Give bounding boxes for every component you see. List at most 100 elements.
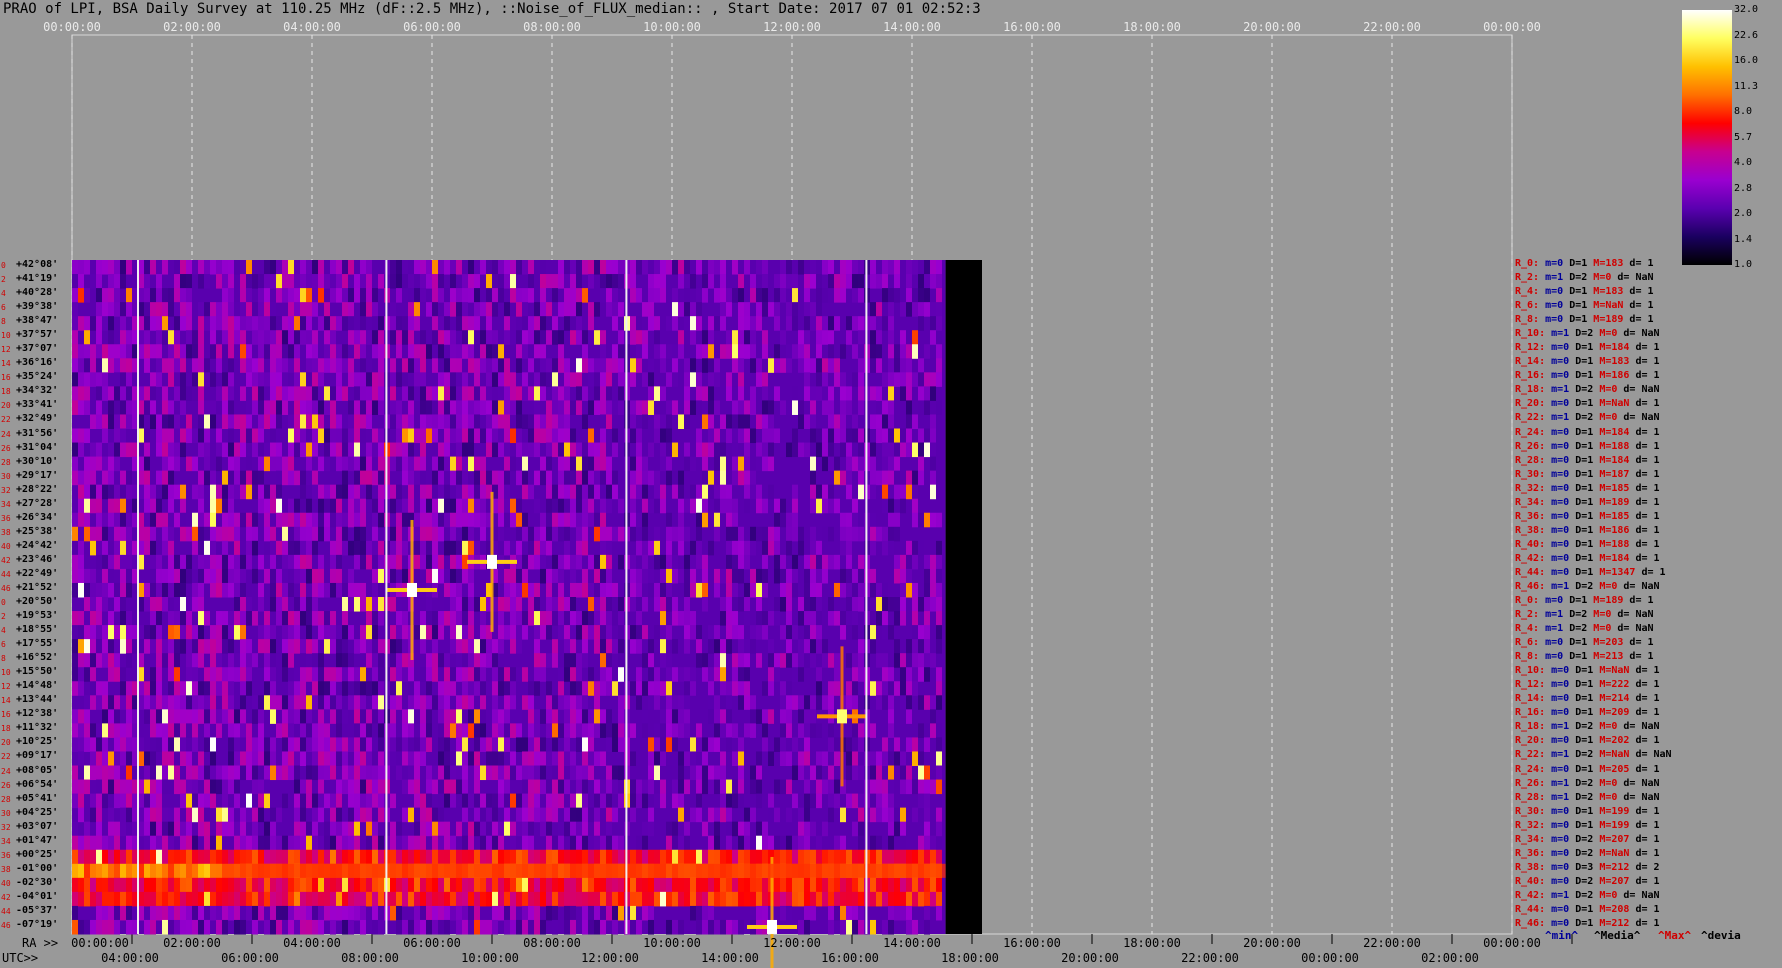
heat-cell (144, 316, 150, 331)
heat-cell (282, 288, 288, 303)
heat-cell (816, 442, 822, 458)
heat-cell (810, 695, 816, 710)
heat-cell (870, 793, 876, 809)
heat-cell (468, 512, 474, 528)
heat-cell (168, 484, 174, 500)
heat-cell (336, 274, 342, 289)
heat-cell (858, 386, 864, 401)
heat-cell (174, 330, 180, 345)
heat-cell (366, 260, 372, 275)
heat-cell (120, 428, 126, 444)
heat-cell (528, 681, 534, 696)
heat-cell (108, 512, 114, 528)
heat-cell (324, 498, 330, 514)
heat-cell (756, 498, 762, 514)
heat-cell (546, 597, 552, 612)
heat-cell (336, 751, 342, 766)
heat-cell (354, 807, 360, 823)
heat-cell (918, 428, 924, 444)
heat-cell (720, 779, 726, 795)
heat-cell (468, 793, 474, 809)
heat-cell (852, 793, 858, 809)
heat-cell (804, 807, 810, 823)
heat-cell (492, 274, 498, 289)
heat-cell (432, 484, 438, 500)
heat-cell (234, 442, 240, 458)
heat-cell (342, 849, 348, 865)
heat-cell (564, 456, 570, 472)
heat-cell (594, 484, 600, 500)
heat-cell (288, 288, 294, 303)
heat-cell (858, 260, 864, 275)
heat-cell (102, 737, 108, 752)
heat-cell (936, 625, 942, 640)
heat-cell (882, 274, 888, 289)
heat-cell (594, 597, 600, 612)
heat-cell (936, 554, 942, 570)
heat-cell (678, 793, 684, 809)
heat-cell (348, 358, 354, 373)
heat-cell (444, 316, 450, 331)
heat-cell (870, 484, 876, 500)
heat-cell (90, 582, 96, 598)
heat-cell (90, 639, 96, 654)
heat-cell (444, 330, 450, 345)
heat-cell (768, 807, 774, 823)
heat-cell (288, 456, 294, 472)
heat-cell (234, 302, 240, 317)
heat-cell (750, 274, 756, 289)
heat-cell (582, 330, 588, 345)
heat-cell (210, 625, 216, 640)
heat-cell (558, 484, 564, 500)
heat-cell (558, 597, 564, 612)
heat-cell (210, 512, 216, 528)
heat-cell (570, 695, 576, 710)
heat-cell (630, 400, 636, 415)
heat-cell (612, 288, 618, 303)
heat-cell (414, 751, 420, 766)
heat-cell (360, 554, 366, 570)
heat-cell (252, 274, 258, 289)
heat-cell (564, 358, 570, 373)
heat-cell (354, 386, 360, 401)
heat-cell (324, 625, 330, 640)
heat-cell (252, 428, 258, 444)
heat-cell (534, 554, 540, 570)
heat-cell (402, 386, 408, 401)
heat-cell (252, 512, 258, 528)
heat-cell (558, 260, 564, 275)
heat-cell (456, 639, 462, 654)
heat-cell (822, 653, 828, 668)
heat-cell (378, 386, 384, 401)
heat-cell (768, 611, 774, 626)
heat-cell (792, 667, 798, 682)
heat-cell (402, 414, 408, 429)
heat-cell (600, 260, 606, 275)
heat-cell (726, 835, 732, 851)
heat-cell (594, 723, 600, 738)
heat-cell (504, 442, 510, 458)
heat-cell (498, 779, 504, 795)
heat-cell (108, 358, 114, 373)
heat-cell (936, 695, 942, 710)
heat-cell (930, 260, 936, 275)
heat-cell (618, 653, 624, 668)
heat-cell (360, 526, 366, 542)
heat-cell (852, 723, 858, 738)
heat-cell (288, 681, 294, 696)
heat-cell (936, 512, 942, 528)
heat-cell (474, 260, 480, 275)
heat-cell (378, 512, 384, 528)
heat-cell (204, 821, 210, 837)
heat-cell (180, 512, 186, 528)
heat-cell (252, 667, 258, 682)
heat-cell (78, 470, 84, 486)
heat-cell (174, 779, 180, 795)
heat-cell (330, 807, 336, 823)
heat-cell (870, 344, 876, 359)
heat-cell (312, 302, 318, 317)
heat-cell (720, 793, 726, 809)
heat-cell (630, 625, 636, 640)
heat-cell (912, 625, 918, 640)
heat-cell (756, 484, 762, 500)
